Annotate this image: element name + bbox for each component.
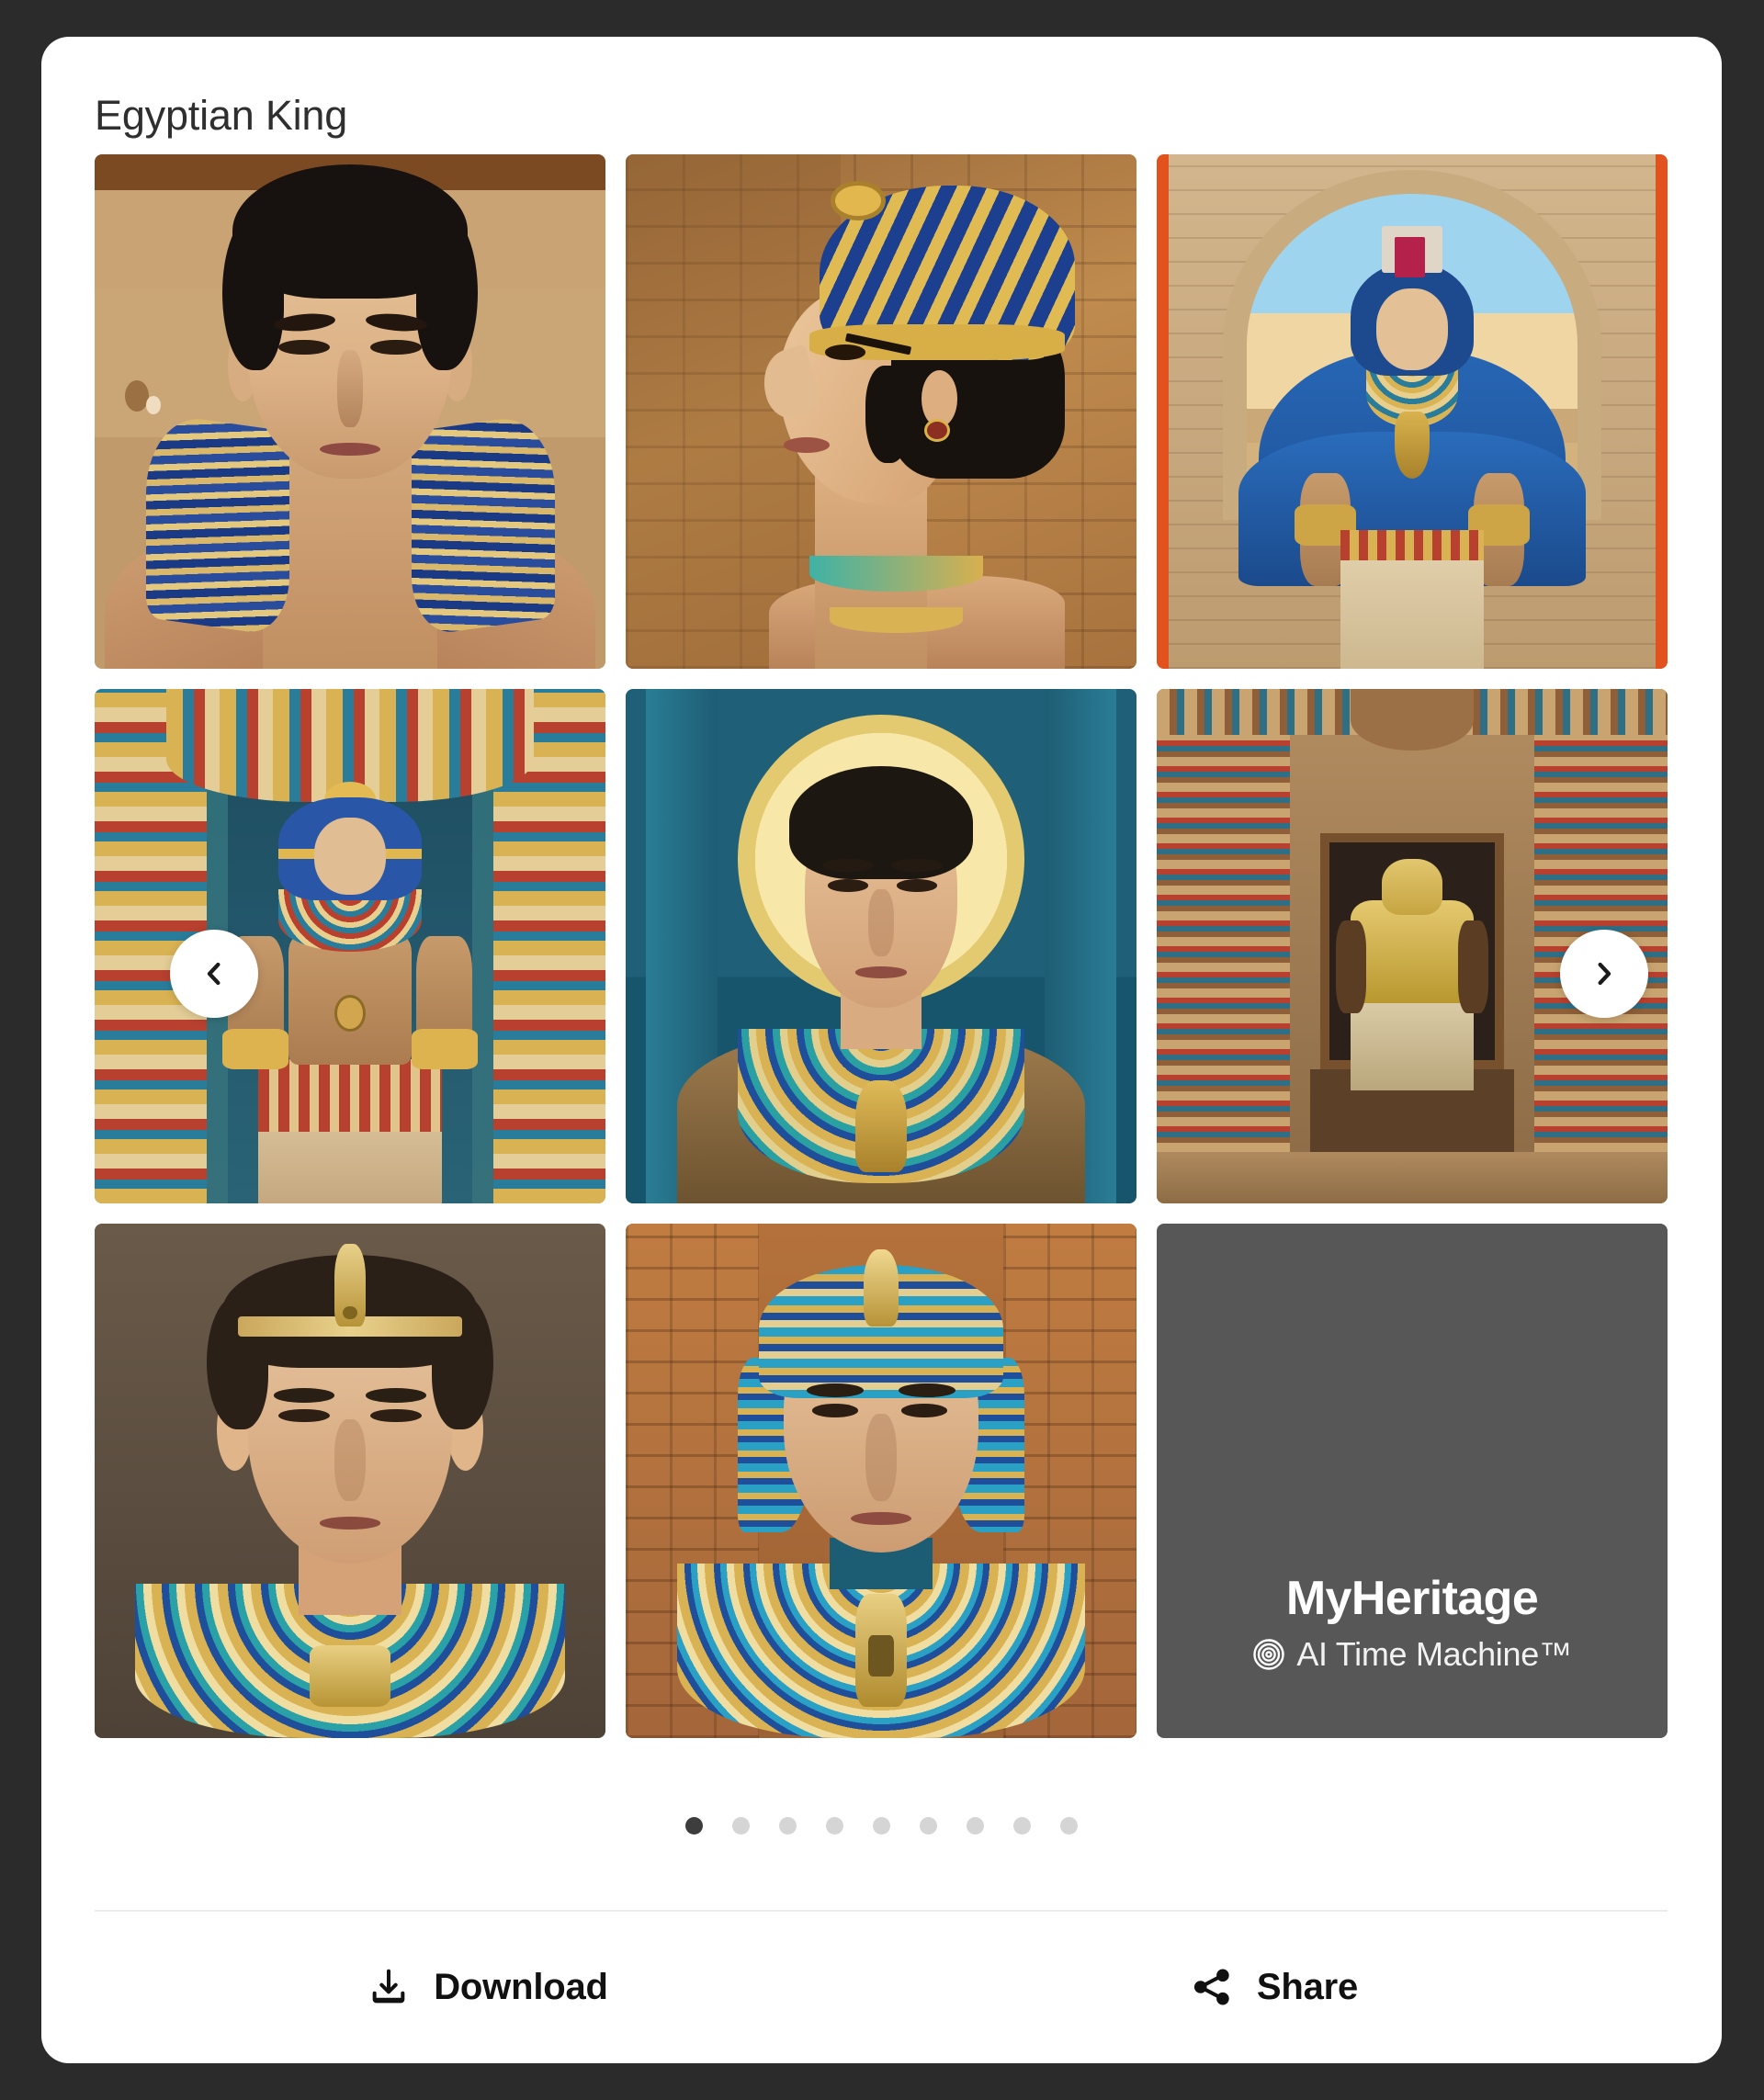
gallery-tile-5[interactable] [626, 689, 1136, 1203]
generated-portrait-8 [626, 1224, 1136, 1738]
pagination-dot[interactable] [826, 1817, 843, 1835]
brand-product-row: AI Time Machine™ [1252, 1635, 1572, 1674]
carousel-pagination [41, 1817, 1722, 1835]
gallery-tile-7[interactable] [95, 1224, 605, 1738]
generated-portrait-5 [626, 689, 1136, 1203]
pagination-dot[interactable] [1013, 1817, 1031, 1835]
share-label: Share [1256, 1966, 1359, 2007]
carousel-next-button[interactable] [1560, 930, 1648, 1018]
chevron-left-icon [207, 962, 220, 986]
generated-portrait-3 [1157, 154, 1668, 669]
download-button[interactable]: Download [95, 1911, 881, 2063]
gallery-tile-2[interactable] [626, 154, 1136, 669]
gallery-tile-4[interactable] [95, 689, 605, 1203]
image-grid: MyHeritage AI Time Machine™ [95, 154, 1668, 1738]
gallery-tile-1[interactable] [95, 154, 605, 669]
result-card: Egyptian King MyHeritage AI Time Machine… [41, 37, 1722, 2063]
pagination-dot[interactable] [967, 1817, 984, 1835]
screen: Egyptian King MyHeritage AI Time Machine… [0, 0, 1764, 2100]
pagination-dot[interactable] [685, 1817, 703, 1835]
pagination-dot[interactable] [779, 1817, 797, 1835]
generated-portrait-2 [626, 154, 1136, 669]
pagination-dot[interactable] [920, 1817, 937, 1835]
share-nodes-icon [1193, 1969, 1229, 2005]
generated-portrait-1 [95, 154, 605, 669]
myheritage-brand-tile: MyHeritage AI Time Machine™ [1157, 1224, 1668, 1738]
gallery-tile-3[interactable] [1157, 154, 1668, 669]
spiral-target-icon [1253, 1639, 1285, 1670]
pagination-dot[interactable] [1060, 1817, 1078, 1835]
pagination-dot[interactable] [732, 1817, 750, 1835]
download-icon [372, 1969, 405, 2004]
gallery-tile-8[interactable] [626, 1224, 1136, 1738]
chevron-right-icon [1598, 962, 1611, 986]
carousel-prev-button[interactable] [170, 930, 258, 1018]
generated-portrait-7 [95, 1224, 605, 1738]
share-button[interactable]: Share [881, 1911, 1668, 2063]
brand-name: MyHeritage [1285, 1572, 1539, 1625]
generated-portrait-4 [95, 689, 605, 1203]
download-label: Download [434, 1966, 608, 2007]
pagination-dot[interactable] [873, 1817, 890, 1835]
brand-product-label: AI Time Machine™ [1296, 1635, 1572, 1673]
action-bar: Download Share [95, 1911, 1668, 2063]
page-title: Egyptian King [95, 92, 348, 139]
